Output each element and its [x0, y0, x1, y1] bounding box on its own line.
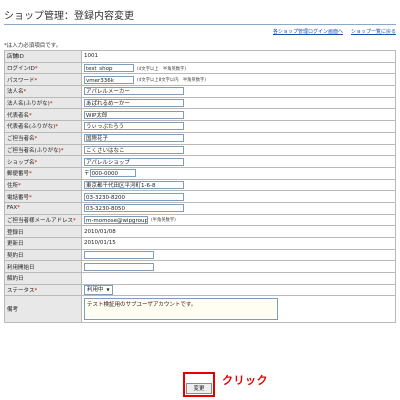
header-links: 各ショップ管理ログイン画面へ ショップ一覧に戻る: [273, 28, 396, 35]
form-row: パスワード* vmer336k (4文字以上8文字以内 半角英数字): [4, 73, 396, 87]
status-select[interactable]: 利用中 ▼: [84, 285, 113, 295]
address-input[interactable]: 東京都千代田区平河町1-6-8: [84, 180, 184, 189]
tel-input[interactable]: 03-3230-8200: [84, 192, 184, 201]
registered-label: 登録日: [4, 225, 82, 238]
login-id-hint: (4文字以上 半角英数字): [137, 66, 187, 72]
contract-date-input[interactable]: [84, 251, 154, 260]
submit-button[interactable]: 変更: [186, 383, 212, 394]
form-row: 更新日 2010/01/15: [4, 237, 396, 250]
required-mark: *: [34, 77, 38, 84]
status-label: ステータス*: [4, 283, 82, 297]
form-row: 備考 テスト検証用のサブユーザアカウントです。: [4, 295, 396, 324]
registered-value: 2010/01/08: [81, 225, 396, 238]
shop-name-label: ショップ名*: [4, 155, 82, 168]
fax-input[interactable]: 03-3230-8050: [84, 204, 184, 213]
highlight-frame: 変更: [183, 372, 215, 397]
contact-name-label: ご担当者名*: [4, 131, 82, 145]
form-row: 店舗ID 1001: [4, 50, 396, 63]
login-id-input[interactable]: test_shop: [84, 64, 134, 73]
form-row: 法人名(ふりがな)* あぱれるめーかー: [4, 96, 396, 110]
form-row: 登録日 2010/01/08: [4, 225, 396, 238]
updated-value: 2010/01/15: [81, 237, 396, 250]
form-row: 契約日: [4, 248, 396, 262]
chevron-down-icon: ▼: [106, 287, 110, 293]
fax-label: FAX*: [4, 201, 82, 215]
rep-name-kana-input[interactable]: うぃっぷたろう: [84, 122, 184, 131]
required-mark: *: [18, 182, 21, 189]
updated-label: 更新日: [4, 237, 82, 250]
form-row: ログインID* test_shop (4文字以上 半角英数字): [4, 61, 396, 75]
form-row: FAX* 03-3230-8050: [4, 201, 396, 215]
memo-textarea[interactable]: テスト検証用のサブユーザアカウントです。: [84, 298, 278, 321]
form-row: ご担当者様メールアドレス* m-momose@wipgroup.com(半角英数…: [4, 213, 396, 227]
form-row: 住所* 東京都千代田区平河町1-6-8: [4, 178, 396, 192]
form-row: 郵便番号* 〒 000-0000: [4, 166, 396, 180]
form-row: 代表者名* WIP太郎: [4, 108, 396, 122]
contact-name-input[interactable]: 国際花子: [84, 134, 184, 143]
shop-login-link[interactable]: 各ショップ管理ログイン画面へ: [273, 29, 343, 35]
form-row: ショップ名* アパレルショップ: [4, 155, 396, 168]
rep-name-input[interactable]: WIP太郎: [84, 110, 184, 119]
form-row: 代表者名(ふりがな)* うぃっぷたろう: [4, 120, 396, 133]
required-mark: *: [29, 112, 32, 119]
password-label: パスワード*: [4, 73, 82, 87]
form-row: ご担当者名(ふりがな)* こくさいはなこ: [4, 143, 396, 157]
required-mark: *: [29, 194, 32, 201]
required-mark: *: [49, 101, 53, 108]
form-row: 法人名* アパレルメーカー: [4, 85, 396, 98]
password-input[interactable]: vmer336k: [84, 75, 134, 84]
back-to-shop-list-link[interactable]: ショップ一覧に戻る: [351, 29, 396, 35]
email-label: ご担当者様メールアドレス*: [4, 213, 82, 227]
corp-name-input[interactable]: アパレルメーカー: [84, 87, 184, 96]
corp-name-label: 法人名*: [4, 85, 82, 98]
required-mark: *: [29, 171, 32, 178]
zip-input[interactable]: 000-0000: [89, 169, 136, 178]
contact-name-kana-label: ご担当者名(ふりがな)*: [4, 143, 82, 157]
shop-name-input[interactable]: アパレルショップ: [84, 157, 184, 166]
required-mark: *: [34, 66, 38, 73]
required-mark: *: [73, 217, 76, 224]
click-annotation: クリック: [222, 374, 268, 387]
corp-name-kana-input[interactable]: あぱれるめーかー: [84, 99, 184, 108]
required-mark: *: [17, 205, 20, 212]
email-input[interactable]: m-momose@wipgroup.com: [84, 215, 148, 224]
contract-date-label: 契約日: [4, 248, 82, 262]
start-date-label: 利用開始日: [4, 260, 82, 274]
required-note: *は入力必須項目です。: [4, 43, 62, 49]
login-id-label: ログインID*: [4, 61, 82, 75]
form-row: ご担当者名* 国際花子: [4, 131, 396, 145]
address-label: 住所*: [4, 178, 82, 192]
form-row: 電話番号* 03-3230-8200: [4, 190, 396, 203]
cancel-date-label: 解約日: [4, 272, 82, 285]
required-mark: *: [55, 124, 59, 131]
form-row: ステータス* 利用中 ▼: [4, 283, 396, 297]
corp-name-kana-label: 法人名(ふりがな)*: [4, 96, 82, 110]
store-id-value: 1001: [81, 50, 396, 63]
shop-edit-form: 店舗ID 1001 ログインID* test_shop (4文字以上 半角英数字)…: [4, 50, 396, 324]
form-row: 解約日: [4, 272, 396, 285]
required-mark: *: [34, 159, 38, 166]
required-mark: *: [23, 89, 27, 96]
required-mark: *: [34, 288, 38, 295]
memo-label: 備考: [4, 295, 82, 324]
submit-highlight: 変更: [183, 372, 215, 397]
required-mark: *: [34, 136, 38, 143]
zip-label: 郵便番号*: [4, 166, 82, 180]
store-id-label: 店舗ID: [4, 50, 82, 63]
cancel-date-value: [81, 272, 396, 285]
page-title: ショップ管理：登録内容変更: [4, 11, 134, 22]
email-hint: (半角英数字): [151, 218, 176, 224]
title-divider: [4, 24, 396, 25]
contact-name-kana-input[interactable]: こくさいはなこ: [84, 145, 184, 154]
rep-name-kana-label: 代表者名(ふりがな)*: [4, 120, 82, 133]
form-row: 利用開始日: [4, 260, 396, 274]
rep-name-label: 代表者名*: [4, 108, 82, 122]
required-mark: *: [60, 147, 64, 154]
password-hint: (4文字以上8文字以内 半角英数字): [137, 78, 206, 84]
tel-label: 電話番号*: [4, 190, 82, 203]
start-date-input[interactable]: [84, 262, 154, 271]
